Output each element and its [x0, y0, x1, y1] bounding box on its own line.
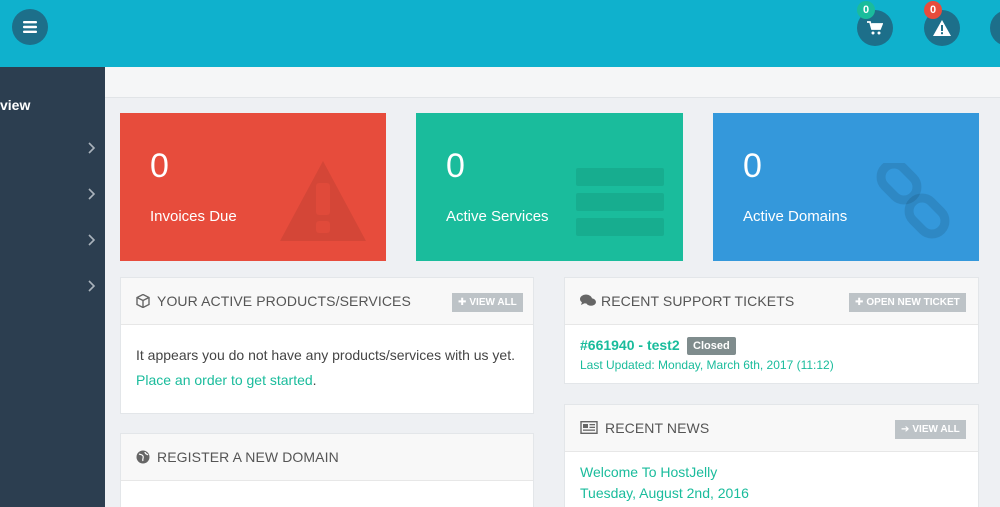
- panel-title: RECENT NEWS: [605, 420, 710, 436]
- panel-header: RECENT NEWS ➔ VIEW ALL: [565, 405, 978, 452]
- chevron-right-icon: [88, 188, 96, 200]
- list-icon: [576, 168, 664, 236]
- active-domains-count: 0: [743, 147, 762, 185]
- period: .: [312, 372, 317, 388]
- menu-toggle-button[interactable]: [12, 9, 48, 45]
- plus-icon: ✚: [855, 297, 864, 308]
- panel-body: It appears you do not have any products/…: [121, 325, 533, 411]
- chevron-right-icon: [88, 234, 96, 246]
- arrow-right-icon: ➔: [901, 424, 910, 435]
- panel-title: YOUR ACTIVE PRODUCTS/SERVICES: [157, 293, 411, 309]
- button-label: OPEN NEW TICKET: [866, 297, 960, 308]
- view-all-products-button[interactable]: ✚ VIEW ALL: [452, 293, 523, 312]
- active-domains-label: Active Domains: [743, 208, 848, 225]
- ticket-link[interactable]: #661940 - test2: [580, 337, 680, 353]
- news-headline-link[interactable]: Welcome To HostJelly: [580, 464, 717, 480]
- chevron-right-icon: [88, 142, 96, 154]
- invoices-due-tile[interactable]: 0 Invoices Due: [120, 113, 386, 261]
- view-all-news-button[interactable]: ➔ VIEW ALL: [895, 420, 966, 439]
- panel-header: YOUR ACTIVE PRODUCTS/SERVICES ✚ VIEW ALL: [121, 278, 533, 325]
- panel-title: REGISTER A NEW DOMAIN: [157, 449, 339, 465]
- recent-news-panel: RECENT NEWS ➔ VIEW ALL Welcome To HostJe…: [564, 404, 979, 507]
- sidebar-item-3[interactable]: [0, 224, 105, 260]
- active-services-count: 0: [446, 147, 465, 185]
- top-navbar: 0 0: [0, 0, 1000, 67]
- place-order-link[interactable]: Place an order to get started: [136, 372, 313, 388]
- support-tickets-panel: RECENT SUPPORT TICKETS ✚ OPEN NEW TICKET…: [564, 277, 979, 384]
- sidebar-overview-link[interactable]: view: [0, 97, 30, 113]
- button-label: VIEW ALL: [469, 297, 517, 308]
- warning-icon: [933, 20, 951, 36]
- hamburger-icon: [23, 21, 37, 33]
- sidebar-item-1[interactable]: [0, 132, 105, 168]
- globe-icon: [136, 450, 150, 464]
- active-products-panel: YOUR ACTIVE PRODUCTS/SERVICES ✚ VIEW ALL…: [120, 277, 534, 414]
- ticket-status-badge: Closed: [687, 337, 736, 355]
- account-button[interactable]: [990, 10, 1000, 46]
- link-icon: [876, 163, 950, 239]
- ticket-last-updated: Last Updated: Monday, March 6th, 2017 (1…: [580, 358, 834, 372]
- plus-icon: ✚: [458, 297, 467, 308]
- news-date: Tuesday, August 2nd, 2016: [580, 485, 749, 501]
- newspaper-icon: [580, 421, 598, 434]
- open-new-ticket-button[interactable]: ✚ OPEN NEW TICKET: [849, 293, 966, 312]
- breadcrumb-bar: [105, 67, 1000, 98]
- sidebar-item-2[interactable]: [0, 178, 105, 214]
- empty-message: It appears you do not have any products/…: [136, 347, 515, 363]
- register-domain-panel: REGISTER A NEW DOMAIN: [120, 433, 534, 507]
- button-label: VIEW ALL: [912, 424, 960, 435]
- panel-header: RECENT SUPPORT TICKETS ✚ OPEN NEW TICKET: [565, 278, 978, 325]
- active-domains-tile[interactable]: 0 Active Domains: [713, 113, 979, 261]
- notification-count-badge: 0: [924, 1, 942, 19]
- cart-icon: [867, 21, 883, 35]
- cart-count-badge: 0: [857, 1, 875, 19]
- notifications-button[interactable]: 0: [924, 1, 960, 46]
- warning-icon: [280, 161, 366, 241]
- chevron-right-icon: [88, 280, 96, 292]
- comments-icon: [580, 294, 596, 306]
- panel-title: RECENT SUPPORT TICKETS: [601, 293, 795, 309]
- sidebar: view: [0, 67, 105, 507]
- active-services-label: Active Services: [446, 208, 549, 225]
- invoices-due-label: Invoices Due: [150, 208, 237, 225]
- cart-button[interactable]: 0: [857, 1, 893, 46]
- cube-icon: [136, 294, 150, 308]
- sidebar-item-4[interactable]: [0, 270, 105, 306]
- panel-header: REGISTER A NEW DOMAIN: [121, 434, 533, 481]
- invoices-due-count: 0: [150, 147, 169, 185]
- active-services-tile[interactable]: 0 Active Services: [416, 113, 683, 261]
